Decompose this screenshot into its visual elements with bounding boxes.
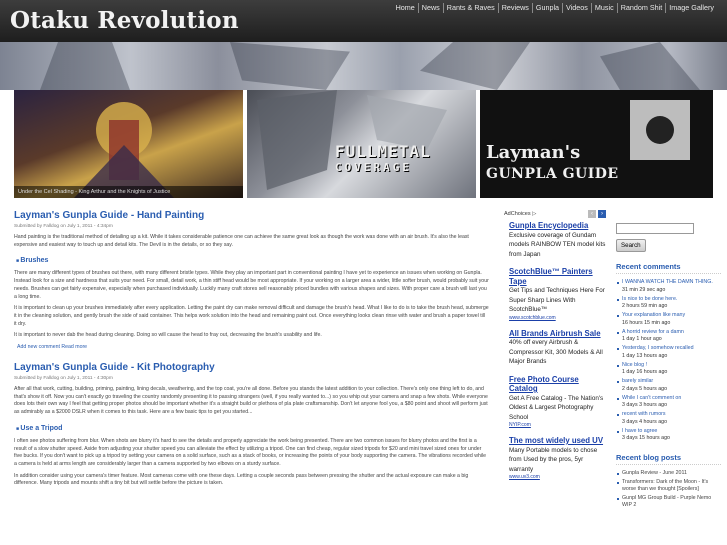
post-paragraph: There are many different types of brushe… bbox=[14, 270, 489, 300]
recent-comments-list: I WANNA WATCH THE DAMN THING. 31 min 29 s… bbox=[616, 279, 721, 443]
recent-posts-title: Recent blog posts bbox=[616, 453, 721, 465]
main-nav: Home News Rants & Raves Reviews Gunpla V… bbox=[393, 3, 717, 13]
ad-item[interactable]: All Brands Airbrush Sale 40% off every A… bbox=[509, 329, 606, 367]
comment-item: While I can't comment on 3 days 3 hours a… bbox=[616, 395, 721, 410]
comment-item: I WANNA WATCH THE DAMN THING. 31 min 29 s… bbox=[616, 279, 721, 294]
ads-header: AdChoices ▷ ‹ › bbox=[504, 210, 606, 218]
fullmetal-coverage-logo: FULLMETAL COVERAGE bbox=[335, 142, 431, 175]
nav-item-rants-raves[interactable]: Rants & Raves bbox=[444, 3, 499, 13]
comment-item: I have to agree 3 days 15 hours ago bbox=[616, 428, 721, 443]
ad-item[interactable]: The most widely used UV Many Portable mo… bbox=[509, 436, 606, 480]
gunpla-guide-title: Layman's bbox=[486, 142, 581, 163]
right-sidebar: Search Recent comments I WANNA WATCH THE… bbox=[616, 210, 721, 545]
post-paragraph: In addition consider using your camera's… bbox=[14, 472, 469, 487]
nav-item-home[interactable]: Home bbox=[393, 3, 419, 13]
ad-column: AdChoices ▷ ‹ › Gunpla Encyclopedia Excl… bbox=[504, 210, 606, 545]
feature-caption: Under the Cel Shading - King Arthur and … bbox=[14, 186, 243, 198]
comment-item: Is nice to be done here. 2 hours 59 min a… bbox=[616, 296, 721, 311]
comment-item: Yesterday, I somehow recalled 1 day 13 ho… bbox=[616, 345, 721, 360]
main-content: Layman's Gunpla Guide - Hand Painting Su… bbox=[14, 210, 489, 545]
ad-item[interactable]: Free Photo Course Catalog Get A Free Cat… bbox=[509, 375, 606, 429]
header-banner bbox=[0, 42, 727, 90]
post-paragraph: I often see photos suffering from blur. … bbox=[14, 437, 487, 467]
post-meta: Submitted by Falldog on July 1, 2011 - 4… bbox=[14, 376, 113, 382]
nav-item-random[interactable]: Random Shit bbox=[618, 3, 667, 13]
post-intro: Hand painting is the traditional method … bbox=[14, 234, 469, 248]
post-intro: After all that work, cutting, building, … bbox=[14, 386, 488, 416]
post-paragraph: It is important to clean up your brushes… bbox=[14, 305, 489, 327]
ad-item[interactable]: Gunpla Encyclopedia Exclusive coverage o… bbox=[509, 221, 606, 259]
site-header: Otaku Revolution Home News Rants & Raves… bbox=[0, 0, 727, 42]
post-meta: Submitted by Falldog on July 1, 2011 - 4… bbox=[14, 224, 113, 229]
adchoices-label[interactable]: AdChoices ▷ bbox=[504, 211, 536, 217]
post: Layman's Gunpla Guide - Hand Painting Su… bbox=[14, 210, 489, 350]
post-title[interactable]: Layman's Gunpla Guide - Kit Photography bbox=[14, 362, 489, 373]
post-subheading: Use a Tripod bbox=[16, 425, 489, 432]
ads-prev-icon[interactable]: ‹ bbox=[588, 210, 596, 218]
site-title[interactable]: Otaku Revolution bbox=[10, 7, 239, 34]
comment-item: A horrid review for a damn 1 day 1 hour a… bbox=[616, 329, 721, 344]
recent-comments-title: Recent comments bbox=[616, 262, 721, 274]
feature-king-arthur[interactable]: Under the Cel Shading - King Arthur and … bbox=[14, 90, 243, 198]
post-subheading: Brushes bbox=[16, 257, 489, 264]
recent-post-item[interactable]: Gunpla Review - June 2011 bbox=[616, 470, 721, 477]
comment-item: barely similar 2 days 5 hours ago bbox=[616, 378, 721, 393]
nav-item-gunpla[interactable]: Gunpla bbox=[533, 3, 564, 13]
post-links[interactable]: Add new comment Read more bbox=[17, 344, 489, 350]
post-title[interactable]: Layman's Gunpla Guide - Hand Painting bbox=[14, 210, 489, 221]
nav-item-news[interactable]: News bbox=[419, 3, 444, 13]
nav-item-music[interactable]: Music bbox=[592, 3, 618, 13]
nav-item-videos[interactable]: Videos bbox=[563, 3, 592, 13]
featured-slider: Under the Cel Shading - King Arthur and … bbox=[14, 90, 713, 198]
ads-next-icon[interactable]: › bbox=[598, 210, 606, 218]
nav-item-image-gallery[interactable]: Image Gallery bbox=[666, 3, 717, 13]
nav-item-reviews[interactable]: Reviews bbox=[499, 3, 533, 13]
comment-item: Nice blog ! 1 day 16 hours ago bbox=[616, 362, 721, 377]
feature-fullmetal-coverage[interactable]: FULLMETAL COVERAGE bbox=[247, 90, 476, 198]
comment-item: Your explanation like many 16 hours 15 mi… bbox=[616, 312, 721, 327]
recent-post-item[interactable]: Gunpl MG Group Build - Purple Nemo WIP 2 bbox=[616, 495, 721, 509]
search-input[interactable] bbox=[616, 223, 694, 234]
post: Layman's Gunpla Guide - Kit Photography … bbox=[14, 362, 489, 488]
ad-item[interactable]: ScotchBlue™ Painters Tape Get Tips and T… bbox=[509, 267, 606, 321]
search-button[interactable]: Search bbox=[616, 239, 646, 252]
feature-gunpla-guide[interactable]: Layman's GUNPLA GUIDE bbox=[480, 90, 713, 198]
knights-illustration bbox=[74, 102, 174, 198]
recent-post-item[interactable]: Transformers: Dark of the Moon - It's wo… bbox=[616, 479, 721, 493]
post-paragraph: It is important to never dab the head du… bbox=[14, 332, 322, 339]
comment-item: recent with rumors 3 days 4 hours ago bbox=[616, 411, 721, 426]
gunpla-guide-subtitle: GUNPLA GUIDE bbox=[486, 166, 619, 182]
recent-posts-list: Gunpla Review - June 2011 Transformers: … bbox=[616, 470, 721, 510]
